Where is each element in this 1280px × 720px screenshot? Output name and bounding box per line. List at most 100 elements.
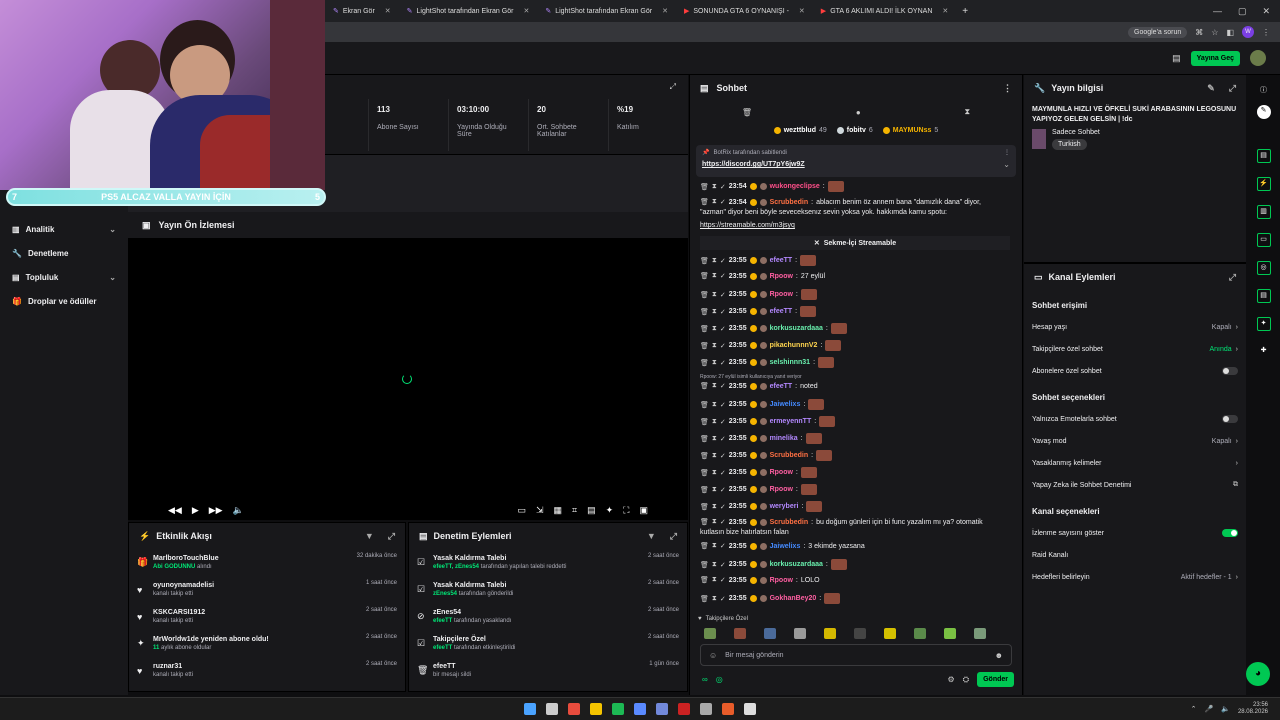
emote-icon[interactable] [794, 628, 806, 639]
sidebar-item[interactable]: ▥ Analitik ⌄ [0, 217, 128, 241]
setting-row[interactable]: Hedefleri belirleyin Aktif hedefler - 1 › [1024, 566, 1246, 588]
trash-icon[interactable]: 🗑 [742, 108, 752, 117]
setting-row[interactable]: Yasaklanmış kelimeler › [1024, 452, 1246, 474]
chat-menu-icon[interactable]: ⋮ [1003, 83, 1012, 94]
emote-icon[interactable] [764, 628, 776, 639]
minimize-icon[interactable]: — [1213, 6, 1222, 16]
trash-icon[interactable]: 🗑 [700, 542, 709, 550]
check-icon[interactable]: ✓ [720, 291, 726, 299]
chat-message[interactable]: 🗑 ⧗ ✓ 23:55 Jaiwelixs:3 ekimde yazsana [700, 542, 865, 550]
tab-close-icon[interactable]: ✕ [799, 7, 805, 15]
rewind-icon[interactable]: ◀◀ [168, 505, 182, 516]
trash-icon[interactable]: 🗑 [700, 576, 709, 584]
maximize-icon[interactable]: ▢ [1238, 6, 1247, 17]
popout-icon[interactable]: ⤢ [1229, 272, 1236, 283]
message-user[interactable]: minelika [770, 435, 798, 442]
popout-icon[interactable]: ⤢ [1229, 83, 1236, 94]
sidebar-item[interactable]: 🔧 Denetleme [0, 241, 128, 265]
emote-icon[interactable] [944, 628, 956, 639]
clip-icon[interactable]: ▭ [517, 505, 526, 516]
streamable-embed[interactable]: ✕ Sekme-İçi Streamable [700, 236, 1010, 250]
message-user[interactable]: Rpoow [770, 469, 793, 476]
message-user[interactable]: Rpoow [770, 577, 793, 584]
chat-message[interactable]: 🗑 ⧗ ✓ 23:55 Rpoow: [700, 484, 817, 495]
emote-icon[interactable] [704, 628, 716, 639]
sidebar-item[interactable]: 🎁 Droplar ve ödüller [0, 289, 128, 313]
emote-icon[interactable] [854, 628, 866, 639]
message-user[interactable]: efeeTT [770, 257, 793, 264]
timeout-icon[interactable]: ⧗ [712, 452, 717, 460]
chat-message[interactable]: 🗑 ⧗ ✓ 23:55 korkusuzardaaa: [700, 323, 847, 334]
check-icon[interactable]: ✓ [720, 342, 726, 350]
extension-icon[interactable]: ◧ [1226, 28, 1234, 37]
app-icon[interactable] [634, 703, 646, 715]
check-icon[interactable]: ✓ [720, 418, 726, 426]
moderation-item[interactable]: ☑ Takipçilere Özel efeeTT tarafından etkin… [409, 630, 687, 657]
trash-icon[interactable]: 🗑 [700, 325, 709, 333]
message-user[interactable]: ermeyennTT [770, 418, 812, 425]
check-icon[interactable]: ✓ [720, 359, 726, 367]
timeout-icon[interactable]: ⧗ [712, 561, 717, 569]
trash-icon[interactable]: 🗑 [700, 308, 709, 316]
check-icon[interactable]: ✓ [720, 452, 726, 460]
book-icon[interactable]: ▥ [1256, 205, 1271, 219]
trash-icon[interactable]: 🗑 [700, 469, 709, 477]
check-icon[interactable]: ✓ [720, 308, 726, 316]
activity-item[interactable]: ♥ KSKCARSI1912 kanalı takip etti 2 saat önc… [129, 603, 405, 630]
timer-icon[interactable]: ◎ [716, 675, 723, 684]
help-chat-button[interactable]: ◕ [1246, 662, 1270, 686]
message-user[interactable]: GokhanBey20 [770, 595, 817, 602]
trash-icon[interactable]: 🗑 [700, 486, 709, 494]
timeout-icon[interactable]: ⧗ [712, 503, 717, 511]
obs-icon[interactable] [744, 703, 756, 715]
translate-icon[interactable]: ⌘ [1195, 28, 1203, 37]
trash-icon[interactable]: 🗑 [700, 257, 709, 265]
sparkle-icon[interactable]: ✦ [606, 505, 614, 516]
check-icon[interactable]: ✓ [720, 469, 726, 477]
category-name[interactable]: Sadece Sohbet [1052, 129, 1100, 136]
grid-icon[interactable]: ▤ [587, 505, 596, 516]
trash-icon[interactable]: 🗑 [700, 401, 709, 409]
pinned-menu-icon[interactable]: ⋮ [1004, 149, 1010, 156]
trash-icon[interactable]: 🗑 [700, 452, 709, 460]
message-user[interactable]: Jaiwelixs [770, 543, 801, 550]
chat-message[interactable]: kutlasın bize hatırlatsın falan [700, 529, 789, 536]
filter-icon[interactable]: ▼ [647, 531, 656, 541]
tab-close-icon[interactable]: ✕ [942, 7, 948, 15]
trash-icon[interactable]: 🗑 [700, 342, 709, 350]
moderation-item[interactable]: 🗑 efeeTT bir mesajı sildi 1 gün önce [409, 657, 687, 684]
check-icon[interactable]: ✓ [720, 595, 726, 603]
theater-icon[interactable]: ▣ [639, 505, 648, 516]
browser-tab[interactable]: ✎ LightShot tarafından Ekran Gör ✕ [537, 0, 676, 22]
pen-icon[interactable]: ✎ [1256, 105, 1271, 119]
setting-row[interactable]: Yapay Zeka ile Sohbet Denetimi ⧉ [1024, 474, 1246, 496]
clock-date[interactable]: 28.08.2026 [1238, 709, 1268, 716]
chat-link[interactable]: https://streamable.com/m3jsyq [700, 222, 795, 229]
toggle-switch[interactable] [1222, 415, 1238, 423]
chat-message[interactable]: 🗑 ⧗ ✓ 23:55 Jaiwelixs: [700, 399, 825, 410]
check-icon[interactable]: ✓ [720, 272, 726, 280]
chrome-icon[interactable] [568, 703, 580, 715]
trash-icon[interactable]: 🗑 [700, 183, 709, 191]
leaderboard-entry[interactable]: wezttblud 49 [773, 126, 827, 134]
message-user[interactable]: selshinnn31 [770, 359, 810, 366]
message-user[interactable]: Scrubbedin [770, 519, 809, 526]
setting-row[interactable]: Abonelere özel sohbet [1024, 360, 1246, 382]
chat-message[interactable]: 🗑 ⧗ ✓ 23:54 Scrubbedin: ablacım benim öz anne… [700, 198, 981, 206]
google-chip[interactable]: Google'a sorun [1128, 26, 1188, 38]
pinned-link[interactable]: https://discord.gg/UT7pY6jw9Z [702, 161, 805, 168]
timeout-icon[interactable]: ⧗ [712, 308, 717, 316]
trash-icon[interactable]: 🗑 [700, 503, 709, 511]
trash-icon[interactable]: 🗑 [700, 198, 709, 206]
chat-message[interactable]: 🗑 ⧗ ✓ 23:55 Scrubbedin: bu doğum günleri için… [700, 518, 983, 526]
chat-message[interactable]: 🗑 ⧗ ✓ 23:55 GokhanBey20: [700, 593, 841, 604]
activity-item[interactable]: ♥ ruznar31 kanalı takip etti 2 saat önce [129, 657, 405, 684]
chat-message[interactable]: 🗑 ⧗ ✓ 23:55 efeeTT: [700, 255, 817, 266]
emote-picker-icon[interactable]: ☻ [995, 651, 1003, 660]
message-user[interactable]: efeeTT [770, 383, 793, 390]
tool-icon[interactable]: ✦ [1256, 317, 1271, 331]
emote-icon[interactable] [824, 628, 836, 639]
doc-icon[interactable]: ▤ [1256, 289, 1271, 303]
trash-icon[interactable]: 🗑 [700, 561, 709, 569]
timeout-icon[interactable]: ⧗ [712, 576, 717, 584]
